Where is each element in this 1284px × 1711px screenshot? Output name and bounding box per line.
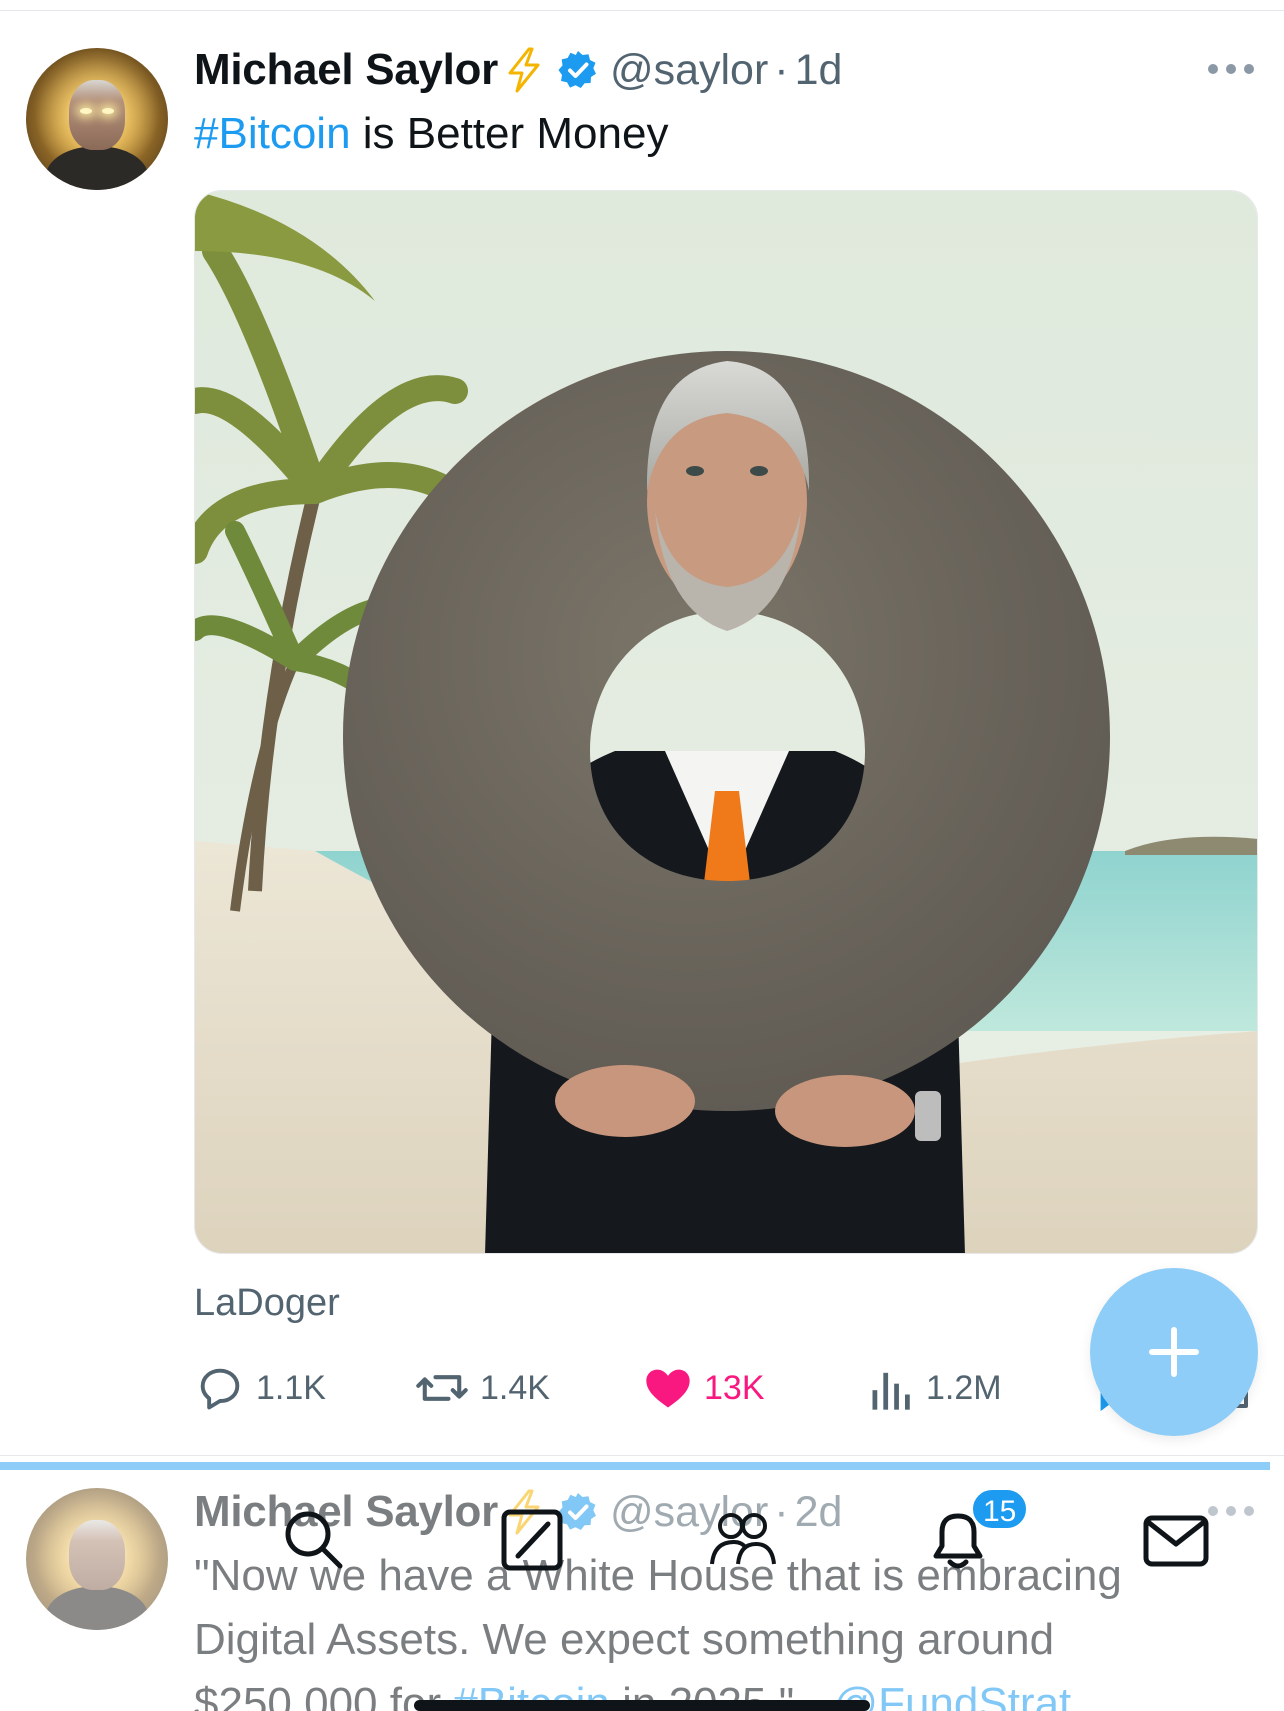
views-count: 1.2M [926,1368,1002,1407]
media-illustration [195,191,1257,1253]
verified-badge-icon [558,51,596,88]
media-credit[interactable]: LaDoger [194,1282,340,1325]
separator-dot: · [774,45,789,94]
more-options-icon[interactable] [1208,64,1254,76]
search-icon[interactable] [278,1504,350,1576]
reply-button[interactable]: 1.1K [194,1360,326,1416]
repost-button[interactable]: 1.4K [414,1360,550,1416]
heart-filled-icon [646,1369,690,1408]
repost-count: 1.4K [480,1368,550,1407]
messages-envelope-icon[interactable] [1140,1504,1212,1576]
avatar-eye-right [102,108,114,114]
reply-count: 1.1K [256,1368,326,1407]
author-handle[interactable]: @saylor [610,46,768,95]
home-indicator[interactable] [414,1700,870,1711]
communities-icon[interactable] [706,1504,778,1576]
tweet-text-body: is Better Money [350,109,669,158]
avatar-face [69,80,125,150]
author-name[interactable]: Michael Saylor [194,45,498,95]
new-posts-bar [0,1462,1270,1470]
hashtag-link[interactable]: #Bitcoin [194,109,351,158]
plus-icon [1149,1327,1199,1377]
views-button[interactable]: 1.2M [868,1360,1002,1416]
repost-icon [416,1375,468,1401]
tweet-header: Michael Saylor @saylor · 1d [194,40,842,100]
like-count: 13K [704,1368,765,1407]
like-button[interactable]: 13K [642,1360,765,1416]
compose-fab-button[interactable] [1090,1268,1258,1436]
notifications-badge: 15 [970,1487,1030,1531]
tweet-media-image[interactable] [194,190,1258,1254]
avatar-eye-left [80,108,92,114]
tweet-2-line-2: Digital Assets. We expect something arou… [194,1615,1055,1664]
bottom-nav-bar [0,1476,1284,1616]
lightning-icon [508,47,540,93]
tweet-text: #Bitcoin is Better Money [194,104,668,164]
reply-icon [200,1368,240,1410]
top-divider [0,10,1284,11]
tweet-divider [0,1455,1284,1456]
views-chart-icon [872,1372,910,1410]
tweet-timestamp[interactable]: 1d [795,46,843,95]
grok-icon[interactable] [496,1504,568,1576]
author-avatar[interactable] [26,48,168,190]
